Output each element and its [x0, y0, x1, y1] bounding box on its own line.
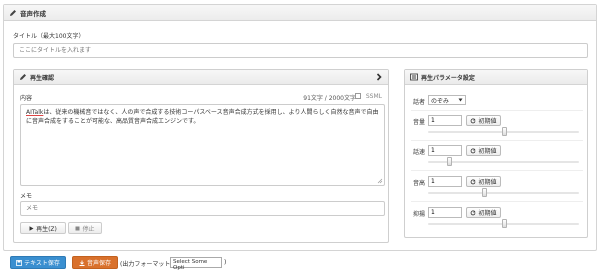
- pencil-icon: [10, 9, 16, 16]
- param-label: 音高: [413, 180, 426, 187]
- param-label: 音量: [413, 119, 426, 126]
- param-label: 話速: [413, 149, 426, 156]
- divider: [411, 170, 583, 171]
- content-highlight: AITalk: [26, 109, 44, 116]
- pitch-slider[interactable]: [428, 188, 579, 197]
- refresh-icon: [471, 147, 477, 153]
- playback-panel: 再生確認 内容 91文字 / 2000文字 SSML AITalkは、従来の機械…: [13, 69, 389, 243]
- title-label: タイトル（最大100文字）: [13, 33, 85, 40]
- speed-input[interactable]: [428, 145, 462, 156]
- content-textarea[interactable]: AITalkは、従来の機械音ではなく、人の声で合成する技術コーパスベース音声合成…: [20, 104, 385, 186]
- intonation-reset-button[interactable]: 初期値: [466, 207, 501, 218]
- refresh-icon: [471, 117, 477, 123]
- output-format-close: ): [224, 259, 227, 266]
- chevron-right-icon[interactable]: [375, 73, 383, 81]
- reset-label: 初期値: [478, 210, 497, 217]
- volume-input[interactable]: [428, 115, 462, 126]
- speaker-value: のぞみ: [431, 97, 450, 105]
- save-icon: [16, 259, 22, 266]
- intonation-input[interactable]: [428, 207, 462, 218]
- playback-panel-title: 再生確認: [30, 74, 55, 82]
- output-format-label: (出力フォーマット :: [120, 261, 175, 268]
- output-format-select[interactable]: Select Some Opti: [170, 257, 222, 271]
- divider: [411, 201, 583, 202]
- refresh-icon: [471, 209, 477, 215]
- reset-label: 初期値: [478, 118, 497, 125]
- download-icon: [79, 260, 85, 266]
- speaker-select[interactable]: のぞみ: [428, 95, 466, 105]
- stop-label: 停止: [82, 225, 95, 233]
- content-line2: に音声合成をすることが可能な、高品質音声合成エンジンです。: [26, 118, 200, 125]
- slider-handle[interactable]: [501, 127, 507, 136]
- sliders-icon: [410, 73, 418, 81]
- params-panel: 再生パラメータ設定 話者 のぞみ 音量 初期値 話速: [404, 69, 588, 238]
- content-label: 内容: [20, 95, 33, 102]
- slider-handle[interactable]: [447, 157, 453, 166]
- audio-save-button[interactable]: 音声保存: [72, 256, 118, 269]
- panel-title: 音声作成: [20, 9, 46, 18]
- speed-reset-button[interactable]: 初期値: [466, 145, 501, 156]
- title-input[interactable]: [13, 43, 588, 58]
- reset-label: 初期値: [478, 179, 497, 186]
- stop-icon: [75, 226, 80, 230]
- params-panel-header: 再生パラメータ設定: [405, 70, 587, 85]
- text-save-label: テキスト保存: [24, 260, 60, 267]
- volume-reset-button[interactable]: 初期値: [466, 115, 501, 126]
- speed-slider[interactable]: [428, 157, 579, 166]
- pitch-input[interactable]: [428, 176, 462, 187]
- audio-save-label: 音声保存: [86, 260, 111, 267]
- char-count: 91文字 / 2000文字: [303, 95, 356, 102]
- stop-button[interactable]: 停止: [68, 222, 102, 234]
- memo-input[interactable]: [20, 201, 385, 216]
- caret-down-icon: [458, 98, 463, 102]
- param-label: 抑揚: [413, 211, 426, 218]
- play-label: 再生(Z): [36, 225, 57, 233]
- play-button[interactable]: 再生(Z): [20, 222, 66, 234]
- content-line1: は、従来の機械音ではなく、人の声で合成する技術コーパスベース音声合成方式を採用し…: [43, 109, 379, 116]
- reset-label: 初期値: [478, 148, 497, 155]
- intonation-slider[interactable]: [428, 219, 579, 228]
- divider: [411, 140, 583, 141]
- memo-label: メモ: [20, 193, 33, 200]
- ssml-label: SSML: [365, 93, 382, 100]
- text-save-button[interactable]: テキスト保存: [10, 256, 66, 269]
- volume-slider[interactable]: [428, 127, 579, 136]
- ssml-checkbox[interactable]: [355, 93, 361, 99]
- slider-handle[interactable]: [501, 219, 507, 228]
- speaker-label: 話者: [413, 99, 426, 106]
- params-panel-title: 再生パラメータ設定: [421, 74, 475, 82]
- playback-panel-header: 再生確認: [14, 70, 388, 85]
- pitch-reset-button[interactable]: 初期値: [466, 176, 501, 187]
- refresh-icon: [471, 178, 477, 184]
- panel-header: 音声作成: [4, 5, 596, 21]
- pencil-icon: [20, 74, 26, 80]
- divider: [411, 110, 583, 111]
- slider-handle[interactable]: [481, 188, 487, 197]
- resize-grip-icon[interactable]: [377, 178, 383, 184]
- play-icon: [29, 225, 34, 231]
